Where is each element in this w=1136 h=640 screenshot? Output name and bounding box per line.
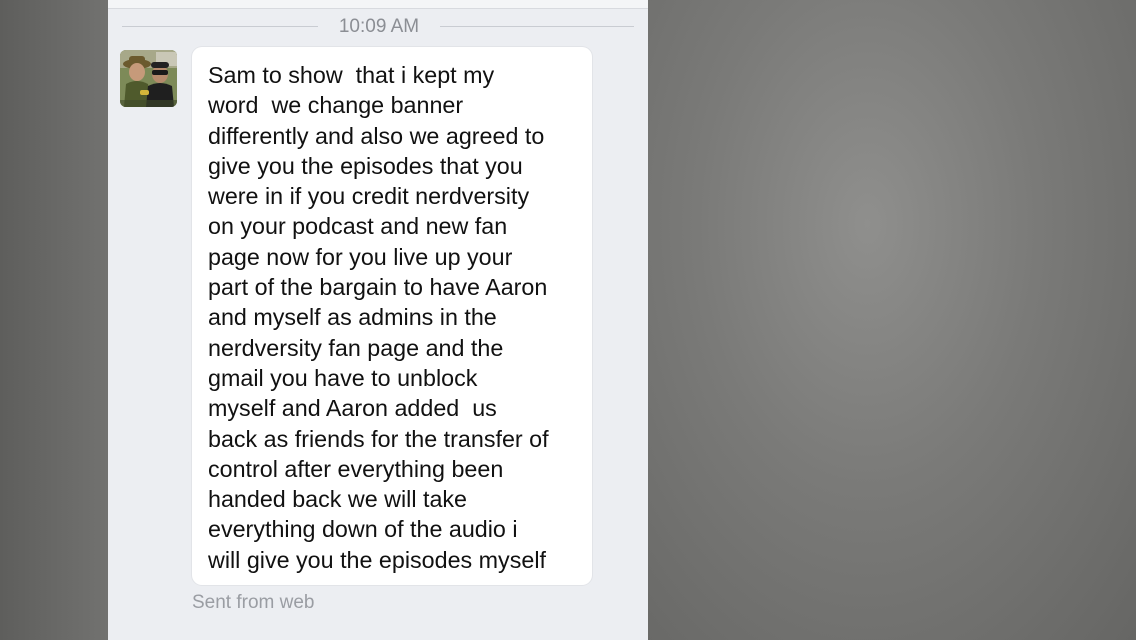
timestamp-divider: 10:09 AM xyxy=(108,12,648,40)
divider-line-left xyxy=(122,26,318,27)
message-line: everything down of the audio i xyxy=(208,516,518,543)
message-line: will give you the episodes myself xyxy=(208,546,546,573)
message-line: gmail you have to unblock xyxy=(208,364,478,391)
divider-line-right xyxy=(440,26,634,27)
message-line: on your podcast and new fan xyxy=(208,213,508,240)
message-line: control after everything been xyxy=(208,455,504,482)
message-line: handed back we will take xyxy=(208,486,468,513)
message-line: back as friends for the transfer of xyxy=(208,425,549,452)
message-line: part of the bargain to have Aaron xyxy=(208,274,548,301)
message-line: nerdversity fan page and the xyxy=(208,334,504,361)
message-line: differently and also we agreed to xyxy=(208,122,545,149)
message-line: page now for you live up your xyxy=(208,243,513,270)
chat-top-strip xyxy=(108,0,648,9)
message-text: Sam to show that i kept my word we chang… xyxy=(208,60,588,575)
message-line: were in if you credit nerdversity xyxy=(208,183,530,210)
right-background xyxy=(648,0,1136,640)
avatar-photo-icon xyxy=(120,50,177,107)
message-line: word we change banner xyxy=(208,92,464,119)
message-line: myself and Aaron added us xyxy=(208,395,497,422)
message-line: and myself as admins in the xyxy=(208,304,497,331)
sent-from-label: Sent from web xyxy=(192,592,315,613)
message-bubble[interactable]: Sam to show that i kept my word we chang… xyxy=(192,47,592,585)
sender-avatar[interactable] xyxy=(120,50,177,107)
message-timestamp: 10:09 AM xyxy=(338,16,420,37)
message-line: give you the episodes that you xyxy=(208,152,523,179)
message-line: Sam to show that i kept my xyxy=(208,62,495,88)
chat-pane: 10:09 AM Sam to show that i kept my word… xyxy=(108,0,648,640)
left-background xyxy=(0,0,108,640)
